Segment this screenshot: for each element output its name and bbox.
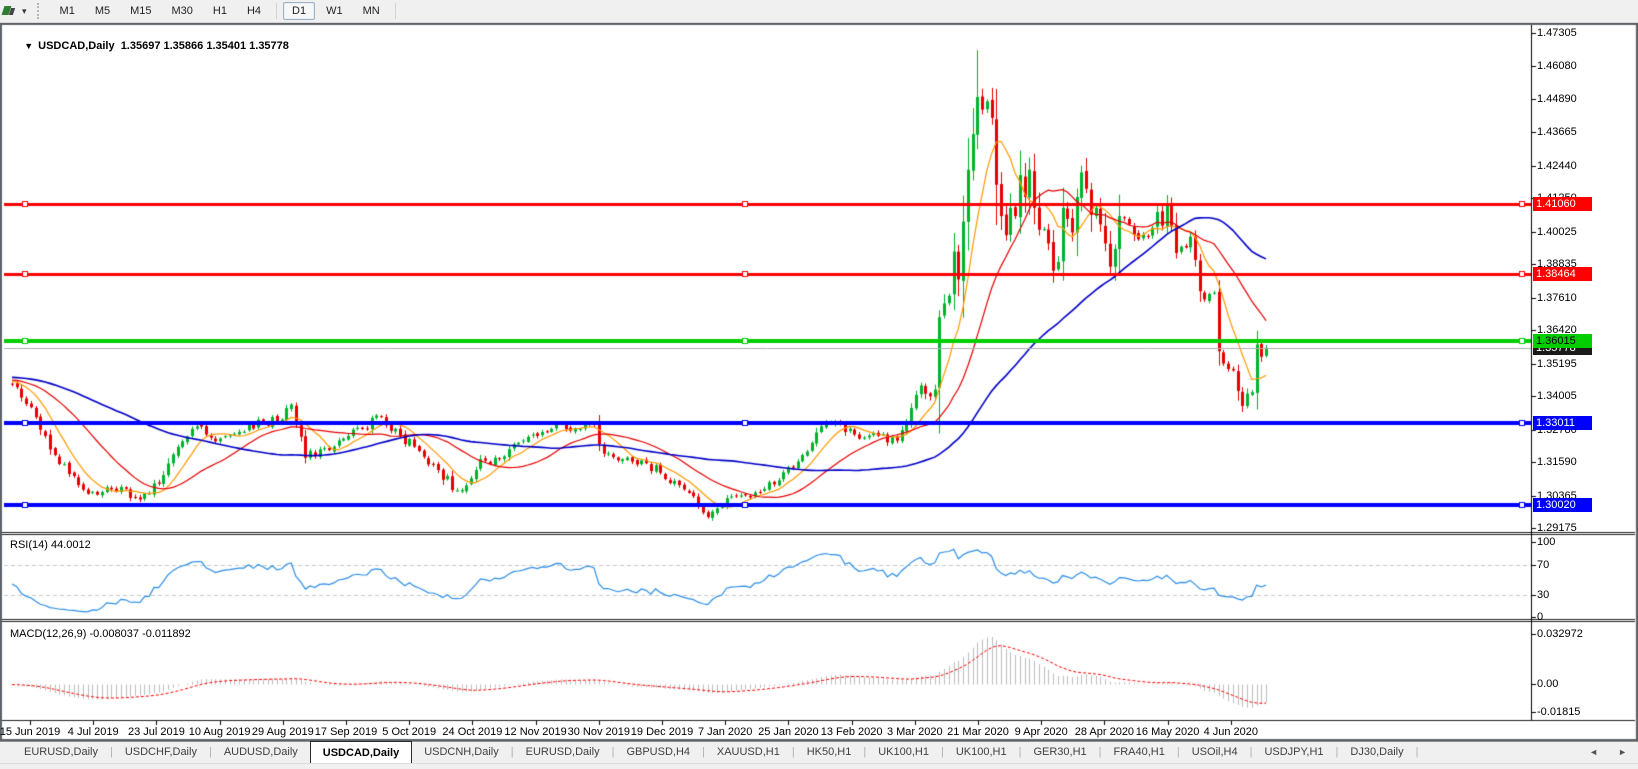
- macd-axis-tick: -0.01815: [1537, 705, 1581, 718]
- chart-canvas[interactable]: [0, 23, 1638, 741]
- chart-title: ▼ USDCAD,Daily 1.35697 1.35866 1.35401 1.…: [12, 28, 289, 64]
- date-axis-label: 29 Aug 2019: [251, 726, 314, 738]
- chart-tab-usdchf-daily[interactable]: USDCHF,Daily: [113, 742, 209, 763]
- price-axis-tick: 1.35195: [1537, 357, 1577, 370]
- chart-tab-eurusd-daily[interactable]: EURUSD,Daily: [12, 742, 110, 763]
- chart-tab-usoil-h4[interactable]: USOil,H4: [1180, 742, 1250, 763]
- rsi-indicator-label: RSI(14) 44.0012: [10, 539, 91, 551]
- date-axis-label: 28 Apr 2020: [1074, 726, 1135, 738]
- tab-scroll-left-icon[interactable]: ◄: [1586, 745, 1601, 759]
- date-axis-label: 15 Jun 2019: [0, 726, 61, 738]
- date-axis-label: 5 Oct 2019: [382, 726, 437, 738]
- chart-tab-dj30-daily[interactable]: DJ30,Daily: [1338, 742, 1415, 763]
- rsi-axis-tick: 100: [1537, 536, 1556, 548]
- date-axis-label: 9 Apr 2020: [1014, 726, 1068, 738]
- date-axis-label: 13 Feb 2020: [820, 726, 883, 738]
- chart-tab-xauusd-h1[interactable]: XAUUSD,H1: [705, 742, 792, 763]
- chart-tab-fra40-h1[interactable]: FRA40,H1: [1102, 742, 1177, 763]
- timeframe-button-m5[interactable]: M5: [86, 2, 119, 20]
- timeframe-button-m30[interactable]: M30: [163, 2, 202, 20]
- macd-axis-tick: 0.032972: [1537, 627, 1583, 640]
- price-axis-tick: 1.43665: [1537, 126, 1577, 139]
- price-axis-tick: 1.31590: [1537, 456, 1577, 469]
- date-axis-label: 4 Jun 2020: [1203, 726, 1259, 738]
- price-axis-tick: 1.42440: [1537, 159, 1577, 172]
- chart-tab-audusd-daily[interactable]: AUDUSD,Daily: [212, 742, 310, 763]
- rsi-axis-tick: 0: [1537, 611, 1544, 623]
- rsi-axis-tick: 70: [1537, 558, 1550, 571]
- hline-price-label[interactable]: 1.38464: [1533, 267, 1592, 282]
- price-axis-tick: 1.47305: [1537, 27, 1577, 39]
- chart-tab-usdjpy-h1[interactable]: USDJPY,H1: [1252, 742, 1335, 763]
- hline-price-label[interactable]: 1.30020: [1533, 498, 1592, 513]
- toolbar-separator: [394, 3, 396, 19]
- chart-tab-ger30-h1[interactable]: GER30,H1: [1021, 742, 1098, 763]
- chevron-down-icon[interactable]: ▾: [22, 6, 27, 17]
- date-axis-label: 4 Jul 2019: [67, 726, 119, 738]
- chart-tab-usdcnh-daily[interactable]: USDCNH,Daily: [412, 742, 511, 763]
- chart-tool-icon[interactable]: [1, 3, 20, 19]
- macd-axis-tick: 0.00: [1537, 678, 1559, 690]
- chart-tab-uk100-h1[interactable]: UK100,H1: [944, 742, 1019, 763]
- date-axis-label: 24 Oct 2019: [442, 726, 503, 738]
- date-axis-label: 30 Nov 2019: [567, 726, 630, 738]
- date-axis-label: 7 Jan 2020: [697, 726, 753, 738]
- tab-separator: |: [1415, 746, 1419, 758]
- price-axis-tick: 1.34005: [1537, 390, 1577, 403]
- date-axis-label: 17 Sep 2019: [314, 726, 378, 738]
- chart-tab-bar: EURUSD,Daily | USDCHF,Daily | AUDUSD,Daily US…: [0, 741, 1638, 763]
- date-axis-label: 12 Nov 2019: [504, 726, 567, 738]
- timeframe-button-m1[interactable]: M1: [51, 2, 84, 20]
- hline-price-label[interactable]: 1.33011: [1533, 416, 1592, 431]
- price-axis-tick: 1.46080: [1537, 60, 1577, 73]
- chart-tab-hk50-h1[interactable]: HK50,H1: [795, 742, 864, 763]
- date-axis-label: 23 Jul 2019: [127, 726, 185, 738]
- timeframe-button-w1[interactable]: W1: [317, 2, 352, 20]
- tab-scroll-right-icon[interactable]: ►: [1615, 745, 1630, 759]
- date-axis-label: 16 May 2020: [1135, 726, 1200, 738]
- date-axis-label: 3 Mar 2020: [886, 726, 943, 738]
- chart-title-ohlc: 1.35697 1.35866 1.35401 1.35778: [120, 40, 289, 52]
- date-axis-label: 21 Mar 2020: [947, 726, 1009, 738]
- chart-tab-usdcad-daily[interactable]: USDCAD,Daily: [309, 741, 413, 763]
- price-axis-tick: 1.44890: [1537, 92, 1577, 105]
- chart-window: ▼ USDCAD,Daily 1.35697 1.35866 1.35401 1.…: [0, 23, 1638, 741]
- timeframe-toolbar: ▾ M1 M5 M15 M30 H1 H4 D1 W1 MN: [0, 0, 1638, 23]
- timeframe-button-m15[interactable]: M15: [121, 2, 160, 20]
- chart-tab-uk100-h1[interactable]: UK100,H1: [866, 742, 941, 763]
- date-axis-label: 25 Jan 2020: [758, 726, 819, 738]
- timeframe-button-h1[interactable]: H1: [204, 2, 236, 20]
- toolbar-separator: [276, 3, 278, 19]
- timeframe-button-h4[interactable]: H4: [238, 2, 270, 20]
- status-strip: [0, 763, 1638, 769]
- price-axis-tick: 1.37610: [1537, 291, 1577, 304]
- chart-tab-eurusd-daily[interactable]: EURUSD,Daily: [514, 742, 612, 763]
- timeframe-button-mn[interactable]: MN: [354, 2, 389, 20]
- toolbar-grip[interactable]: [36, 3, 44, 19]
- chart-tab-gbpusd-h4[interactable]: GBPUSD,H4: [614, 742, 702, 763]
- date-axis-label: 19 Dec 2019: [630, 726, 694, 738]
- rsi-axis-tick: 30: [1537, 588, 1550, 601]
- hline-price-label[interactable]: 1.41060: [1533, 196, 1592, 211]
- hline-price-label[interactable]: 1.36015: [1533, 334, 1592, 349]
- price-axis-tick: 1.40025: [1537, 225, 1577, 238]
- macd-indicator-label: MACD(12,26,9) -0.008037 -0.011892: [10, 628, 191, 640]
- date-axis-label: 10 Aug 2019: [188, 726, 251, 738]
- trading-terminal: { "toolbar": { "timeframes": ["M1","M5",…: [0, 0, 1638, 769]
- timeframe-button-d1[interactable]: D1: [283, 2, 316, 20]
- collapse-caret-icon[interactable]: ▼: [24, 41, 33, 51]
- price-axis-tick: 1.29175: [1537, 522, 1577, 535]
- chart-title-symbol: USDCAD,Daily: [38, 40, 115, 52]
